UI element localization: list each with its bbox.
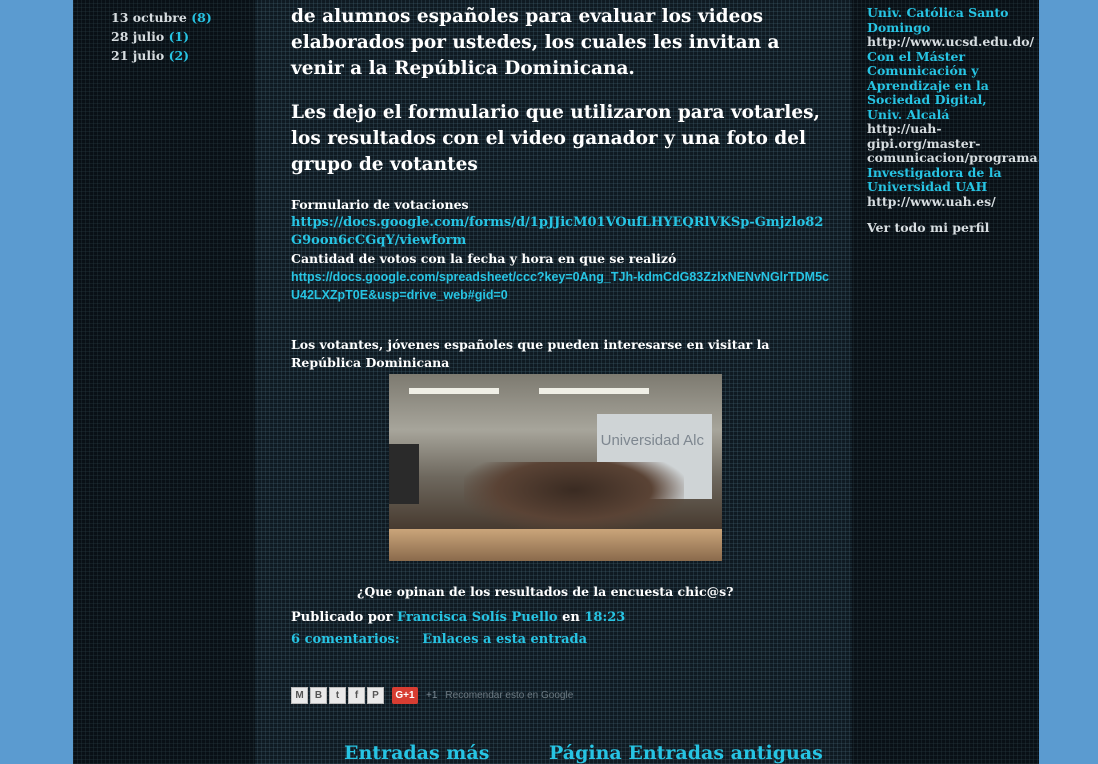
- students-group: [464, 462, 684, 532]
- backlinks-link[interactable]: Enlaces a esta entrada: [422, 632, 587, 647]
- post-links-row: 6 comentarios: Enlaces a esta entrada: [291, 629, 821, 651]
- google-plus-button[interactable]: G+1: [392, 686, 418, 704]
- archive-item-label: 21 julio: [111, 48, 165, 63]
- older-posts-link[interactable]: Página Entradas antiguas: [549, 742, 823, 764]
- post-footer: Publicado por Francisca Solís Puello en …: [291, 607, 821, 651]
- form-links: Formulario de votaciones https://docs.go…: [291, 196, 831, 304]
- profile-info: Univ. Católica Santo Domingo http://www.…: [867, 5, 1039, 236]
- facebook-share-icon[interactable]: f: [348, 686, 365, 704]
- group-photo[interactable]: Universidad Alc: [389, 374, 722, 561]
- voters-text: Los votantes, jóvenes españoles que pued…: [291, 337, 770, 370]
- see-full-profile-link[interactable]: Ver todo mi perfil: [867, 220, 1025, 236]
- newer-posts-link[interactable]: Entradas más: [344, 742, 489, 764]
- post-paragraph-2: Les dejo el formulario que utilizaron pa…: [291, 102, 820, 175]
- blog-pager: Entradas más Página Entradas antiguas: [291, 742, 851, 764]
- profile-url-ucsd: http://www.ucsd.edu.do/: [867, 34, 1035, 49]
- votes-label: Cantidad de votos con la fecha y hora en…: [291, 251, 677, 266]
- blog-archive: 13 octubre (8) 28 julio (1) 21 julio (2): [111, 8, 251, 65]
- archive-item-label: 28 julio: [111, 29, 165, 44]
- archive-item-count[interactable]: (8): [191, 10, 212, 25]
- profile-link-master[interactable]: Con el Máster Comunicación y Aprendizaje…: [867, 49, 989, 122]
- archive-item-count[interactable]: (2): [169, 48, 190, 63]
- pinterest-share-icon[interactable]: P: [367, 686, 384, 704]
- post-paragraph-1: de alumnos españoles para evaluar los vi…: [291, 6, 780, 79]
- profile-url-uah: http://www.uah.es/: [867, 193, 996, 209]
- archive-item-count[interactable]: (1): [169, 29, 190, 44]
- archive-item[interactable]: 28 julio (1): [111, 27, 251, 46]
- blogger-share-icon[interactable]: B: [310, 686, 327, 704]
- post-question: ¿Que opinan de los resultados de la encu…: [357, 584, 734, 599]
- comments-link[interactable]: 6 comentarios:: [291, 632, 400, 647]
- twitter-share-icon[interactable]: t: [329, 686, 346, 704]
- byline-prefix: Publicado por: [291, 610, 393, 625]
- plus-one-count: +1: [426, 689, 438, 701]
- archive-item[interactable]: 13 octubre (8): [111, 8, 251, 27]
- post-byline: Publicado por Francisca Solís Puello en …: [291, 607, 821, 629]
- share-buttons: M B t f P G+1 +1 Recomendar esto en Goog…: [291, 686, 573, 704]
- profile-link-uah[interactable]: Investigadora de la Universidad UAH: [867, 165, 1002, 195]
- table-surface: [389, 529, 722, 561]
- blog-page: 13 octubre (8) 28 julio (1) 21 julio (2)…: [73, 0, 1039, 764]
- ceiling-light: [539, 388, 649, 394]
- ceiling-light: [409, 388, 499, 394]
- email-share-icon[interactable]: M: [291, 686, 308, 704]
- archive-item-label: 13 octubre: [111, 10, 187, 25]
- left-sidebar: [73, 0, 255, 764]
- profile-url-master: http://uah-gipi.org/master-comunicacion/…: [867, 121, 1039, 165]
- byline-at: en: [562, 610, 580, 625]
- form-label: Formulario de votaciones: [291, 197, 469, 212]
- profile-link-ucsd[interactable]: Univ. Católica Santo Domingo: [867, 5, 1009, 35]
- screen-logo-text: Universidad Alc: [600, 432, 704, 449]
- post-time-link[interactable]: 18:23: [584, 610, 625, 625]
- votes-url-link[interactable]: https://docs.google.com/spreadsheet/ccc?…: [291, 268, 831, 304]
- blackboard: [389, 444, 419, 504]
- author-link[interactable]: Francisca Solís Puello: [397, 610, 558, 625]
- form-url-link[interactable]: https://docs.google.com/forms/d/1pJJicM0…: [291, 214, 831, 250]
- archive-item[interactable]: 21 julio (2): [111, 46, 251, 65]
- recommend-text: Recomendar esto en Google: [445, 689, 574, 701]
